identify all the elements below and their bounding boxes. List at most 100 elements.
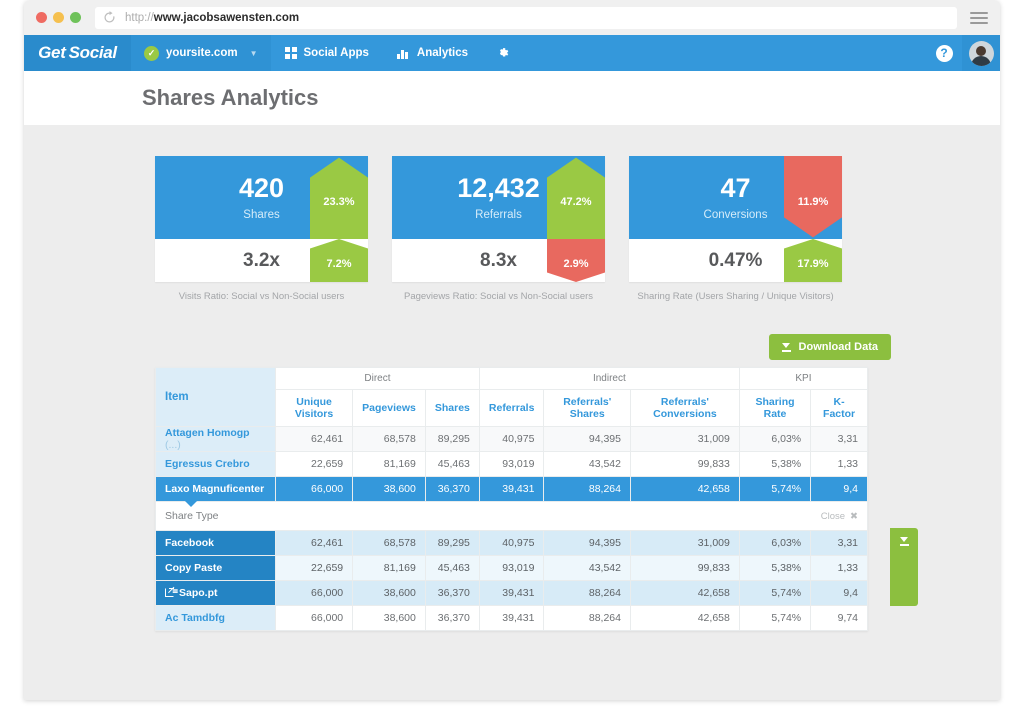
hamburger-line (970, 16, 988, 19)
stat-card-value: 47 (720, 172, 751, 203)
stat-card-top: 47 Conversions 11.9% (629, 156, 842, 239)
stat-card-secondary-delta: 2.9% (547, 239, 605, 282)
stat-card-label: Conversions (703, 208, 768, 221)
browser-chrome: http://www.jacobsawensten.com (24, 0, 1000, 35)
cell-k-factor: 9,4 (810, 476, 868, 503)
side-download-button[interactable] (890, 528, 918, 607)
column-header-referrals[interactable]: Referrals (478, 389, 545, 428)
page-title: Shares Analytics (142, 85, 319, 110)
grid-icon (284, 47, 297, 59)
cell-unique-visitors: 66,000 (274, 580, 354, 607)
selection-caret-icon (185, 501, 197, 508)
minimize-window-button[interactable] (53, 12, 64, 23)
navbar-right: ? (926, 35, 1000, 71)
close-share-type-button[interactable]: Close ✖ (821, 511, 858, 522)
table-row-sub[interactable]: Copy Paste 22,659 81,169 45,463 93,019 4… (155, 555, 868, 582)
stat-card-conversions: 47 Conversions 11.9% 0.47% 17.9% Sharing… (629, 156, 842, 303)
avatar (968, 40, 994, 66)
table-row[interactable]: Ac Tamdbfg 66,000 38,600 36,370 39,431 8… (155, 605, 868, 632)
row-item-label[interactable]: Sapo.pt (155, 580, 276, 607)
cell-referrals-conversions: 31,009 (630, 426, 740, 453)
table-row[interactable]: Egressus Crebro 22,659 81,169 45,463 93,… (155, 451, 868, 478)
cell-referrals-conversions: 42,658 (630, 580, 740, 607)
reload-icon[interactable] (103, 11, 116, 24)
close-window-button[interactable] (36, 12, 47, 23)
help-button[interactable]: ? (926, 35, 962, 71)
stat-card-primary-delta: 47.2% (547, 157, 605, 239)
stat-card-primary-delta: 23.3% (310, 157, 368, 239)
row-item-label[interactable]: Copy Paste (155, 555, 276, 582)
column-header-shares[interactable]: Shares (424, 389, 480, 428)
cell-shares: 89,295 (424, 530, 480, 557)
row-item-label[interactable]: Ac Tamdbfg (155, 605, 276, 632)
row-item-label[interactable]: Attagen Homogp (...) (155, 426, 276, 453)
cell-referrals-conversions: 99,833 (630, 555, 740, 582)
cell-k-factor: 3,31 (810, 426, 868, 453)
site-selector[interactable]: ✓ yoursite.com ▼ (131, 35, 271, 71)
nav-item-analytics[interactable]: Analytics (383, 35, 482, 71)
cell-k-factor: 3,31 (810, 530, 868, 557)
address-bar[interactable]: http://www.jacobsawensten.com (95, 6, 957, 29)
hamburger-menu-icon[interactable] (970, 11, 988, 24)
stat-card-value: 12,432 (457, 172, 540, 203)
column-header-unique-visitors[interactable]: Unique Visitors (274, 389, 354, 428)
user-menu-button[interactable] (962, 35, 1000, 71)
column-header-item[interactable]: Item (155, 367, 276, 428)
column-header-pageviews[interactable]: Pageviews (352, 389, 426, 428)
row-item-label[interactable]: Facebook (155, 530, 276, 557)
row-item-label[interactable]: Egressus Crebro (155, 451, 276, 478)
cell-referrals: 39,431 (478, 605, 545, 632)
cell-referrals: 39,431 (478, 580, 545, 607)
cell-unique-visitors: 62,461 (274, 530, 354, 557)
analytics-table-wrap: Item Direct Indirect KPI Unique Visitors… (24, 367, 1000, 632)
stat-card-ratio: 8.3x (480, 249, 517, 271)
cell-sharing-rate: 5,38% (738, 555, 812, 582)
maximize-window-button[interactable] (70, 12, 81, 23)
stat-card-bottom: 8.3x 2.9% (392, 239, 605, 282)
cell-unique-visitors: 66,000 (274, 605, 354, 632)
cell-referrals-shares: 88,264 (543, 476, 631, 503)
cell-referrals-shares: 94,395 (543, 426, 631, 453)
nav-item-social-apps[interactable]: Social Apps (271, 35, 383, 71)
table-row-sub[interactable]: Sapo.pt 66,000 38,600 36,370 39,431 88,2… (155, 580, 868, 607)
table-row-sub[interactable]: Facebook 62,461 68,578 89,295 40,975 94,… (155, 530, 868, 557)
bar-chart-icon (396, 49, 408, 59)
row-item-label[interactable]: Laxo Magnuficenter (155, 476, 276, 503)
brand-part-get: Get (38, 43, 66, 62)
table-group-header-row: Item Direct Indirect KPI (155, 367, 869, 428)
cell-referrals-shares: 94,395 (543, 530, 631, 557)
stat-card-caption: Visits Ratio: Social vs Non-Social users (178, 291, 345, 302)
cell-shares: 36,370 (424, 580, 480, 607)
share-type-header-row: Share Type Close ✖ (155, 501, 868, 532)
column-header-sharing-rate[interactable]: Sharing Rate (738, 389, 812, 428)
stat-card-value: 420 (238, 172, 285, 203)
stat-card-caption: Pageviews Ratio: Social vs Non-Social us… (403, 291, 594, 302)
download-icon (899, 537, 909, 546)
site-selector-label: yoursite.com (166, 47, 238, 59)
table-row[interactable]: Attagen Homogp (...) 62,461 68,578 89,29… (155, 426, 868, 453)
group-header-indirect: Indirect (478, 367, 740, 391)
nav-item-settings[interactable] (482, 35, 524, 71)
download-data-button[interactable]: Download Data (768, 334, 891, 361)
brand-logo[interactable]: Get Social (24, 35, 131, 71)
column-header-referrals-conversions[interactable]: Referrals' Conversions (630, 389, 740, 428)
column-header-k-factor[interactable]: K-Factor (810, 389, 868, 428)
column-header-referrals-shares[interactable]: Referrals' Shares (543, 389, 631, 428)
stat-card-top: 420 Shares 23.3% (155, 156, 368, 239)
stat-card-label: Shares (243, 208, 280, 221)
cell-pageviews: 81,169 (352, 555, 426, 582)
stat-card-bottom: 3.2x 7.2% (155, 239, 368, 282)
cell-sharing-rate: 5,74% (738, 476, 812, 503)
brand-part-social: Social (68, 43, 118, 62)
group-header-direct: Direct (275, 367, 480, 391)
browser-window: http://www.jacobsawensten.com Get Social … (24, 0, 1000, 700)
stat-card-secondary-delta: 17.9% (784, 239, 842, 282)
table-row-selected[interactable]: Laxo Magnuficenter 66,000 38,600 36,370 … (155, 476, 868, 503)
cell-unique-visitors: 22,659 (274, 555, 354, 582)
url-host: www.jacobsawensten.com (153, 11, 300, 24)
nav-item-social-apps-label: Social Apps (303, 47, 369, 59)
stat-card-primary-delta: 11.9% (784, 156, 842, 238)
stat-card-top: 12,432 Referrals 47.2% (392, 156, 605, 239)
hamburger-line (970, 11, 988, 14)
cell-unique-visitors: 66,000 (274, 476, 354, 503)
